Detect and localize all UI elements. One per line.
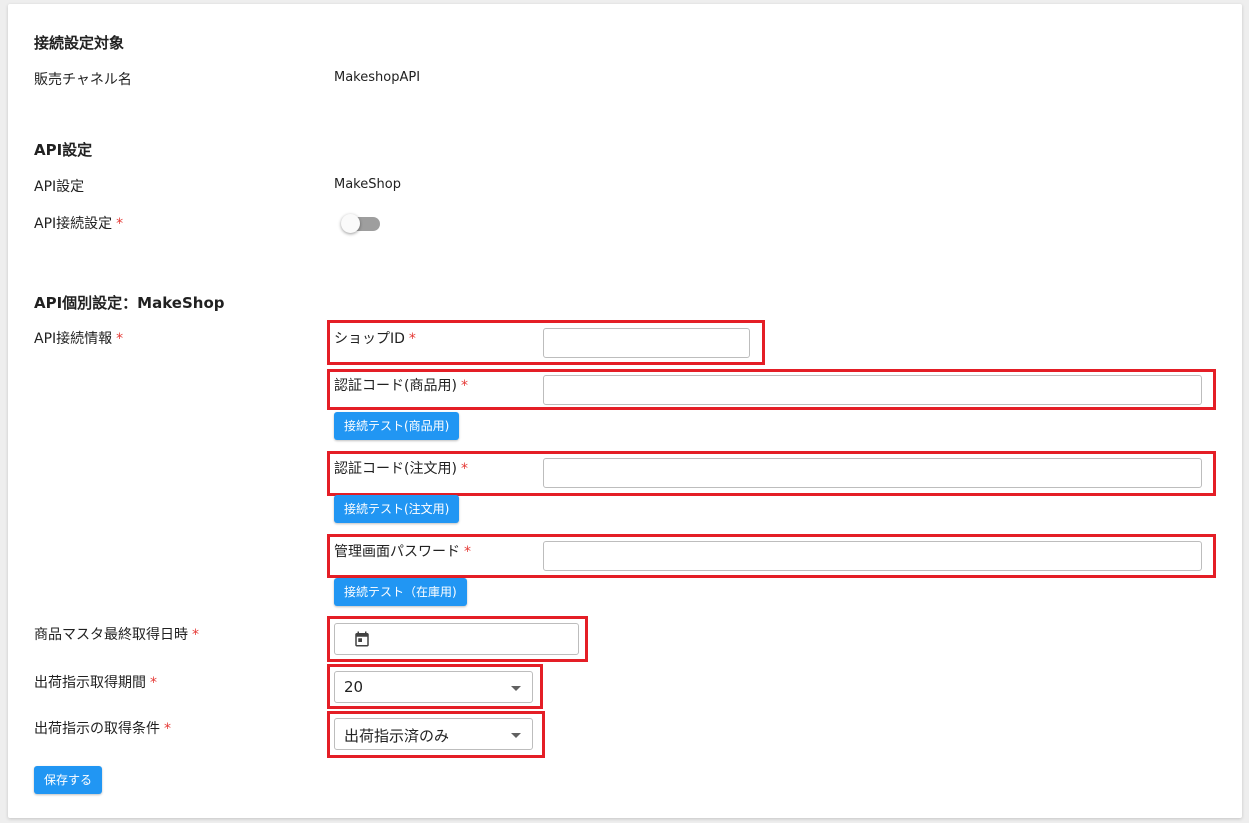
section-title-makeshop-settings: API個別設定：MakeShop <box>34 294 225 312</box>
required-mark: * <box>116 331 124 347</box>
shipping-condition-label: 出荷指示の取得条件 * <box>34 721 171 737</box>
required-mark: * <box>408 331 416 347</box>
api-connection-label: API接続設定 * <box>34 216 124 232</box>
auth-code-order-label: 認証コード(注文用) * <box>334 461 468 477</box>
required-mark: * <box>464 544 471 560</box>
required-mark: * <box>116 216 124 232</box>
product-master-date-input[interactable] <box>334 623 579 655</box>
shipping-period-label: 出荷指示取得期間 * <box>34 675 157 691</box>
channel-name-label: 販売チャネル名 <box>34 72 132 88</box>
channel-name-value: MakeshopAPI <box>334 70 421 85</box>
auth-code-product-input[interactable] <box>543 375 1202 405</box>
required-mark: * <box>192 627 199 643</box>
admin-password-label: 管理画面パスワード * <box>334 544 471 560</box>
api-settings-value: MakeShop <box>334 177 401 192</box>
save-button[interactable]: 保存する <box>34 766 103 794</box>
api-connection-info-label: API接続情報 * <box>34 331 124 347</box>
auth-code-order-input[interactable] <box>543 458 1202 488</box>
required-mark: * <box>460 461 468 477</box>
settings-card: 接続設定対象 販売チャネル名 MakeshopAPI API設定 API設定 M… <box>8 4 1242 818</box>
chevron-down-icon <box>511 686 521 691</box>
test-connection-product-button[interactable]: 接続テスト(商品用) <box>334 412 460 440</box>
toggle-thumb <box>341 214 360 233</box>
api-connection-toggle[interactable] <box>341 213 383 235</box>
test-connection-stock-button[interactable]: 接続テスト（在庫用) <box>334 578 467 606</box>
shop-id-input[interactable] <box>543 328 750 358</box>
chevron-down-icon <box>511 733 521 738</box>
api-settings-label: API設定 <box>34 179 85 195</box>
required-mark: * <box>460 378 468 394</box>
section-title-api-settings: API設定 <box>34 141 93 159</box>
section-title-connection-target: 接続設定対象 <box>34 34 125 52</box>
test-connection-order-button[interactable]: 接続テスト(注文用) <box>334 495 460 523</box>
shop-id-label: ショップID * <box>334 331 416 347</box>
admin-password-input[interactable] <box>543 541 1202 571</box>
shipping-condition-select[interactable]: 出荷指示済のみ <box>334 718 533 750</box>
shipping-condition-value: 出荷指示済のみ <box>344 727 450 745</box>
required-mark: * <box>164 721 171 737</box>
calendar-icon <box>355 631 369 647</box>
auth-code-product-label: 認証コード(商品用) * <box>334 378 468 394</box>
product-master-date-label: 商品マスタ最終取得日時 * <box>34 627 199 643</box>
required-mark: * <box>150 675 157 691</box>
shipping-period-value: 20 <box>344 678 364 696</box>
shipping-period-select[interactable]: 20 <box>334 671 533 703</box>
